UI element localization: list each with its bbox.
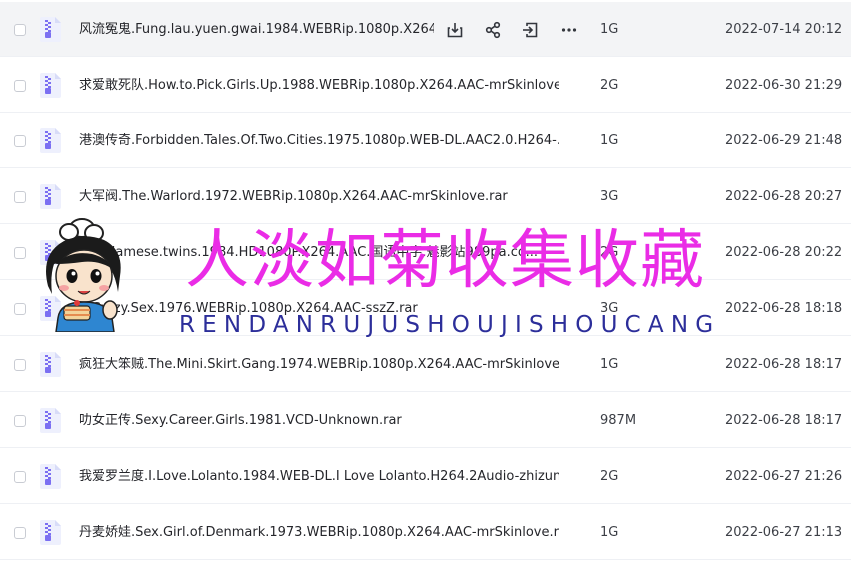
file-size: 2G <box>600 78 619 93</box>
move-icon[interactable] <box>517 17 543 43</box>
file-date: 2022-06-28 18:18 <box>725 301 843 316</box>
archive-file-icon <box>40 408 61 433</box>
file-date: 2022-06-27 21:26 <box>725 469 843 484</box>
file-row[interactable]: ...Crazy.Sex.1976.WEBRip.1080p.X264.AAC-… <box>0 281 851 336</box>
archive-file-icon <box>40 240 61 265</box>
row-checkbox[interactable] <box>14 303 26 315</box>
file-row[interactable]: 丹麦娇娃.Sex.Girl.of.Denmark.1973.WEBRip.108… <box>0 505 851 560</box>
file-date: 2022-06-30 21:29 <box>725 78 843 93</box>
file-row[interactable]: 求爱敢死队.How.to.Pick.Girls.Up.1988.WEBRip.1… <box>0 58 851 113</box>
archive-file-icon <box>40 73 61 98</box>
file-row[interactable]: 疯狂大笨贼.The.Mini.Skirt.Gang.1974.WEBRip.10… <box>0 337 851 392</box>
file-name[interactable]: 我爱罗兰度.I.Love.Lolanto.1984.WEB-DL.I Love … <box>79 469 559 485</box>
file-name[interactable]: 疯狂大笨贼.The.Mini.Skirt.Gang.1974.WEBRip.10… <box>79 357 559 373</box>
file-name[interactable]: 丹麦娇娃.Sex.Girl.of.Denmark.1973.WEBRip.108… <box>79 525 559 541</box>
file-name[interactable]: 大军阀.The.Warlord.1972.WEBRip.1080p.X264.A… <box>79 189 559 205</box>
file-date: 2022-06-27 21:13 <box>725 525 843 540</box>
file-date: 2022-06-29 21:48 <box>725 133 843 148</box>
archive-file-icon <box>40 128 61 153</box>
file-date: 2022-06-28 20:22 <box>725 245 843 260</box>
file-date: 2022-06-28 20:27 <box>725 189 843 204</box>
file-date: 2022-07-14 20:12 <box>725 22 843 37</box>
row-checkbox[interactable] <box>14 471 26 483</box>
file-row[interactable]: ...e.Siamese.twins.1984.HD1080P.X264.AAC… <box>0 225 851 280</box>
file-size: 1G <box>600 133 619 148</box>
row-action-toolbar <box>437 14 577 46</box>
file-size: 3G <box>600 301 619 316</box>
archive-file-icon <box>40 17 61 42</box>
file-size: 1G <box>600 22 619 37</box>
file-date: 2022-06-28 18:17 <box>725 357 843 372</box>
file-size: 987M <box>600 413 637 428</box>
file-size: 3G <box>600 189 619 204</box>
row-checkbox[interactable] <box>14 527 26 539</box>
file-name[interactable]: 港澳传奇.Forbidden.Tales.Of.Two.Cities.1975.… <box>79 133 559 149</box>
archive-file-icon <box>40 520 61 545</box>
row-checkbox[interactable] <box>14 191 26 203</box>
file-list: 风流冤鬼.Fung.lau.yuen.gwai.1984.WEBRip.1080… <box>0 0 851 562</box>
file-row[interactable]: 叻女正传.Sexy.Career.Girls.1981.VCD-Unknown.… <box>0 393 851 448</box>
row-checkbox[interactable] <box>14 80 26 92</box>
file-name[interactable]: ...Crazy.Sex.1976.WEBRip.1080p.X264.AAC-… <box>79 301 559 317</box>
row-checkbox[interactable] <box>14 359 26 371</box>
archive-file-icon <box>40 184 61 209</box>
row-checkbox[interactable] <box>14 24 26 36</box>
file-name[interactable]: 叻女正传.Sexy.Career.Girls.1981.VCD-Unknown.… <box>79 413 559 429</box>
archive-file-icon <box>40 296 61 321</box>
share-icon[interactable] <box>480 17 506 43</box>
file-name[interactable]: 风流冤鬼.Fung.lau.yuen.gwai.1984.WEBRip.1080… <box>79 22 434 38</box>
archive-file-icon <box>40 464 61 489</box>
file-row[interactable]: 我爱罗兰度.I.Love.Lolanto.1984.WEB-DL.I Love … <box>0 449 851 504</box>
file-row[interactable]: 港澳传奇.Forbidden.Tales.Of.Two.Cities.1975.… <box>0 113 851 168</box>
file-name[interactable]: 求爱敢死队.How.to.Pick.Girls.Up.1988.WEBRip.1… <box>79 78 559 94</box>
more-icon[interactable] <box>556 17 582 43</box>
file-row[interactable]: 大军阀.The.Warlord.1972.WEBRip.1080p.X264.A… <box>0 169 851 224</box>
file-size: 2G <box>600 469 619 484</box>
file-size: 1G <box>600 525 619 540</box>
file-row[interactable]: 风流冤鬼.Fung.lau.yuen.gwai.1984.WEBRip.1080… <box>0 2 851 57</box>
file-size: 2G <box>600 245 619 260</box>
archive-file-icon <box>40 352 61 377</box>
file-name[interactable]: ...e.Siamese.twins.1984.HD1080P.X264.AAC… <box>79 245 559 261</box>
row-checkbox[interactable] <box>14 135 26 147</box>
download-icon[interactable] <box>442 17 468 43</box>
file-date: 2022-06-28 18:17 <box>725 413 843 428</box>
file-size: 1G <box>600 357 619 372</box>
row-checkbox[interactable] <box>14 415 26 427</box>
row-checkbox[interactable] <box>14 247 26 259</box>
